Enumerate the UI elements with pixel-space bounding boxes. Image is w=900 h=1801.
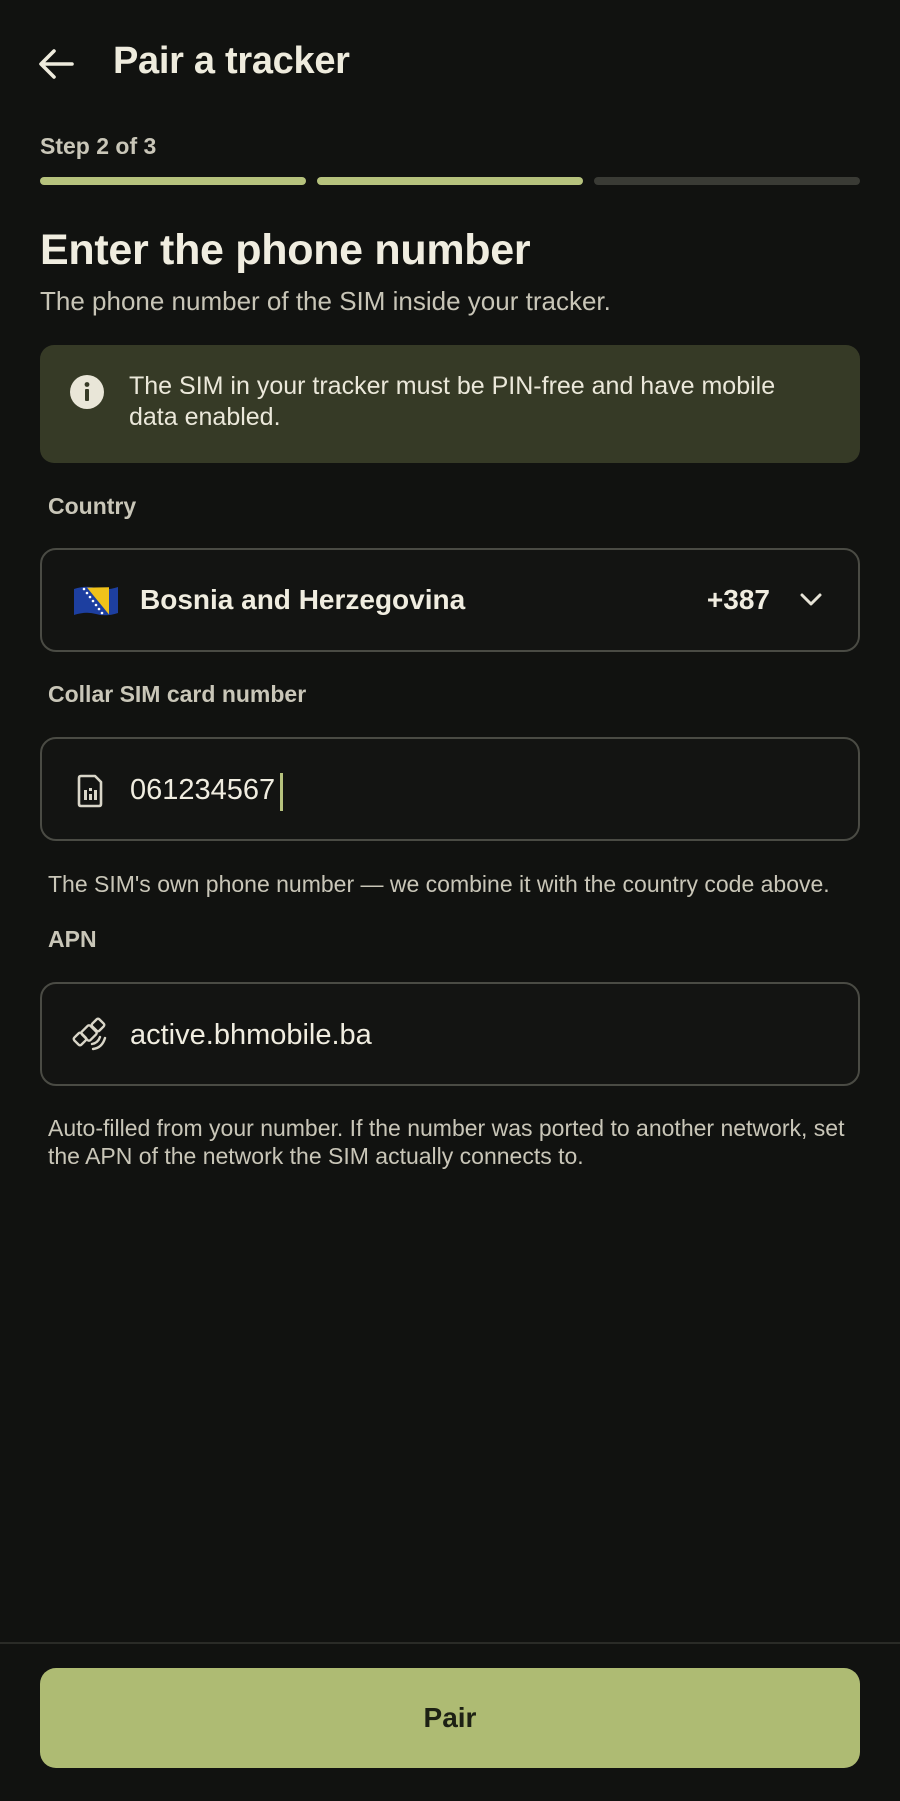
- sim-number-input[interactable]: [130, 765, 810, 815]
- pair-button[interactable]: Pair: [40, 1668, 860, 1768]
- step-progress-bar: [40, 177, 860, 185]
- pair-tracker-screen: Pair a tracker Step 2 of 3 Enter the pho…: [0, 0, 900, 1801]
- country-select[interactable]: Bosnia and Herzegovina +387: [40, 548, 860, 652]
- country-name: Bosnia and Herzegovina: [140, 584, 466, 615]
- apn-label: APN: [48, 926, 97, 952]
- sim-number-helper-text: The SIM's own phone number — we combine …: [48, 871, 830, 897]
- satellite-icon: [72, 1017, 107, 1051]
- bottom-divider: [0, 1642, 900, 1644]
- back-button[interactable]: [30, 38, 82, 90]
- section-subheading: The phone number of the SIM inside your …: [40, 286, 611, 316]
- app-bar: Pair a tracker: [0, 0, 900, 128]
- apn-helper-text: Auto-filled from your number. If the num…: [48, 1115, 845, 1169]
- info-icon: [70, 375, 104, 409]
- arrow-left-icon: [39, 49, 74, 79]
- info-banner: The SIM in your tracker must be PIN-free…: [40, 345, 860, 463]
- apn-field[interactable]: [40, 982, 860, 1086]
- step-segment-1: [40, 177, 306, 185]
- sim-card-icon: [77, 774, 103, 808]
- step-segment-3: [594, 177, 860, 185]
- section-heading: Enter the phone number: [40, 226, 531, 274]
- dial-code: +387: [706, 584, 770, 615]
- chevron-down-icon: [800, 593, 822, 606]
- text-cursor: [280, 773, 283, 811]
- apn-input[interactable]: [130, 1010, 810, 1060]
- sim-number-label: Collar SIM card number: [48, 681, 307, 707]
- step-segment-2: [317, 177, 583, 185]
- country-label: Country: [48, 493, 137, 519]
- info-banner-text: The SIM in your tracker must be PIN-free…: [129, 372, 776, 431]
- sim-number-field[interactable]: [40, 737, 860, 841]
- step-indicator-label: Step 2 of 3: [40, 133, 157, 159]
- page-title: Pair a tracker: [113, 40, 350, 82]
- bosnia-flag-icon: [74, 586, 118, 616]
